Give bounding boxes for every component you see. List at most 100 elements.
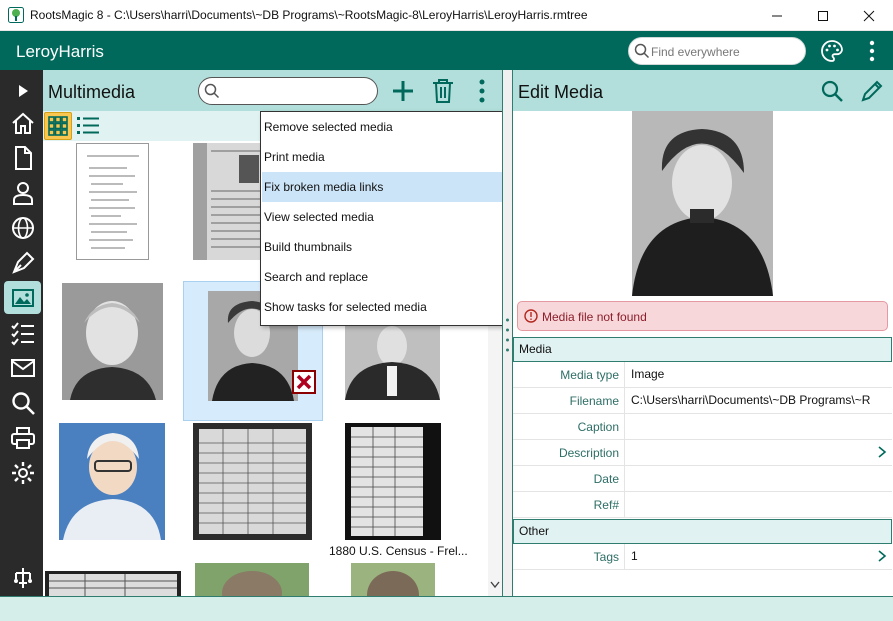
trash-icon: [433, 79, 453, 103]
field-value[interactable]: [624, 440, 892, 466]
palette-icon[interactable]: [820, 39, 844, 63]
sidebar-item-tree[interactable]: [6, 561, 39, 594]
multimedia-search-input[interactable]: [198, 77, 378, 105]
field-ref[interactable]: Ref#: [513, 492, 892, 518]
view-media-button[interactable]: [820, 79, 844, 103]
sidebar-item-sources[interactable]: [6, 246, 39, 279]
media-thumbnail[interactable]: [351, 563, 435, 596]
media-thumbnail[interactable]: [62, 283, 163, 400]
app-more-options-icon[interactable]: [862, 39, 882, 63]
menu-item-print-media[interactable]: Print media: [262, 142, 502, 172]
delete-media-button[interactable]: [431, 78, 455, 104]
field-filename[interactable]: Filename C:\Users\harri\Documents\~DB Pr…: [513, 388, 892, 414]
panel-splitter[interactable]: [502, 70, 513, 596]
media-thumbnail[interactable]: [76, 143, 149, 260]
menu-item-view-selected-media[interactable]: View selected media: [262, 202, 502, 232]
pencil-icon: [861, 80, 883, 102]
menu-item-show-tasks-for-selected-media[interactable]: Show tasks for selected media: [262, 292, 502, 322]
close-window-button[interactable]: [846, 0, 892, 31]
sidebar-expand-button[interactable]: [6, 74, 39, 107]
sidebar-item-tasks[interactable]: [6, 316, 39, 349]
media-thumbnail[interactable]: [45, 571, 181, 596]
list-view-icon: [77, 117, 99, 134]
minimize-icon: [772, 15, 782, 16]
menu-item-search-and-replace[interactable]: Search and replace: [262, 262, 502, 292]
field-label: Ref#: [593, 498, 619, 512]
chevron-right-icon[interactable]: [877, 445, 887, 459]
home-icon: [11, 112, 34, 134]
field-tags[interactable]: Tags 1: [513, 544, 892, 570]
tree-icon: [13, 567, 32, 588]
field-caption[interactable]: Caption: [513, 414, 892, 440]
find-everywhere-search[interactable]: Find everywhere: [628, 37, 806, 65]
search-placeholder: Find everywhere: [651, 45, 740, 59]
sidebar-item-media[interactable]: [4, 281, 41, 314]
maximize-button[interactable]: [800, 0, 846, 31]
media-thumbnail[interactable]: [345, 423, 441, 540]
edit-media-button[interactable]: [860, 79, 884, 103]
database-name: LeroyHarris: [16, 42, 104, 61]
menu-item-build-thumbnails[interactable]: Build thumbnails: [262, 232, 502, 262]
multimedia-more-options-icon[interactable]: [472, 78, 492, 104]
field-description[interactable]: Description: [513, 440, 892, 466]
person-icon: [12, 181, 33, 205]
menu-item-remove-selected-media[interactable]: Remove selected media: [262, 112, 502, 142]
error-banner: Media file not found: [517, 301, 888, 331]
media-thumbnail[interactable]: [345, 326, 440, 400]
grid-view-button[interactable]: [44, 112, 72, 140]
field-value[interactable]: C:\Users\harri\Documents\~DB Programs\~R: [624, 388, 892, 414]
drag-handle-icon: [506, 318, 509, 352]
error-message: Media file not found: [542, 310, 647, 324]
search-icon: [821, 80, 843, 102]
field-value[interactable]: 1: [624, 544, 892, 570]
field-value[interactable]: [624, 466, 892, 492]
sidebar-item-print[interactable]: [6, 421, 39, 454]
media-thumbnail[interactable]: [59, 423, 165, 540]
field-label: Tags: [593, 550, 619, 564]
field-date[interactable]: Date: [513, 466, 892, 492]
sidebar-item-search[interactable]: [6, 386, 39, 419]
expand-icon: [18, 84, 28, 97]
alert-icon: [524, 309, 538, 323]
multimedia-title: Multimedia: [48, 82, 136, 102]
broken-link-icon: [292, 370, 316, 394]
plus-icon: [393, 81, 413, 101]
media-thumbnail[interactable]: [193, 423, 312, 540]
tasks-icon: [10, 321, 34, 345]
pen-icon: [11, 251, 34, 274]
sidebar-item-home[interactable]: [6, 106, 39, 139]
field-value[interactable]: [624, 492, 892, 518]
field-value[interactable]: Image: [624, 362, 892, 388]
add-media-button[interactable]: [390, 78, 416, 104]
media-thumbnail[interactable]: [195, 563, 309, 596]
mail-icon: [10, 358, 35, 377]
menu-item-fix-broken-media-links[interactable]: Fix broken media links: [262, 172, 502, 202]
field-media-type[interactable]: Media type Image: [513, 362, 892, 388]
minimize-button[interactable]: [754, 0, 800, 31]
sidebar-item-people[interactable]: [6, 176, 39, 209]
app-logo-icon: [8, 7, 24, 23]
media-icon: [11, 288, 34, 307]
chevron-right-icon[interactable]: [877, 549, 887, 563]
search-icon: [11, 391, 35, 415]
sidebar-item-documents[interactable]: [6, 141, 39, 174]
grid-view-icon: [48, 116, 68, 136]
status-bar: [0, 596, 893, 621]
sidebar-item-mail[interactable]: [6, 351, 39, 384]
list-view-button[interactable]: [76, 115, 100, 137]
other-section-header: Other: [513, 519, 892, 544]
close-icon: [863, 10, 875, 21]
sidebar-item-places[interactable]: [6, 211, 39, 244]
field-label: Caption: [577, 420, 619, 434]
media-preview-image: [632, 111, 773, 296]
media-thumbnail[interactable]: [193, 143, 266, 260]
field-label: Description: [558, 446, 619, 460]
maximize-icon: [818, 10, 828, 21]
document-icon: [14, 145, 32, 170]
field-value[interactable]: [624, 414, 892, 440]
sidebar-item-settings[interactable]: [6, 456, 39, 489]
field-label: Filename: [569, 394, 619, 408]
search-icon: [204, 83, 220, 99]
globe-icon: [11, 216, 34, 239]
scroll-down-icon[interactable]: [490, 581, 500, 589]
